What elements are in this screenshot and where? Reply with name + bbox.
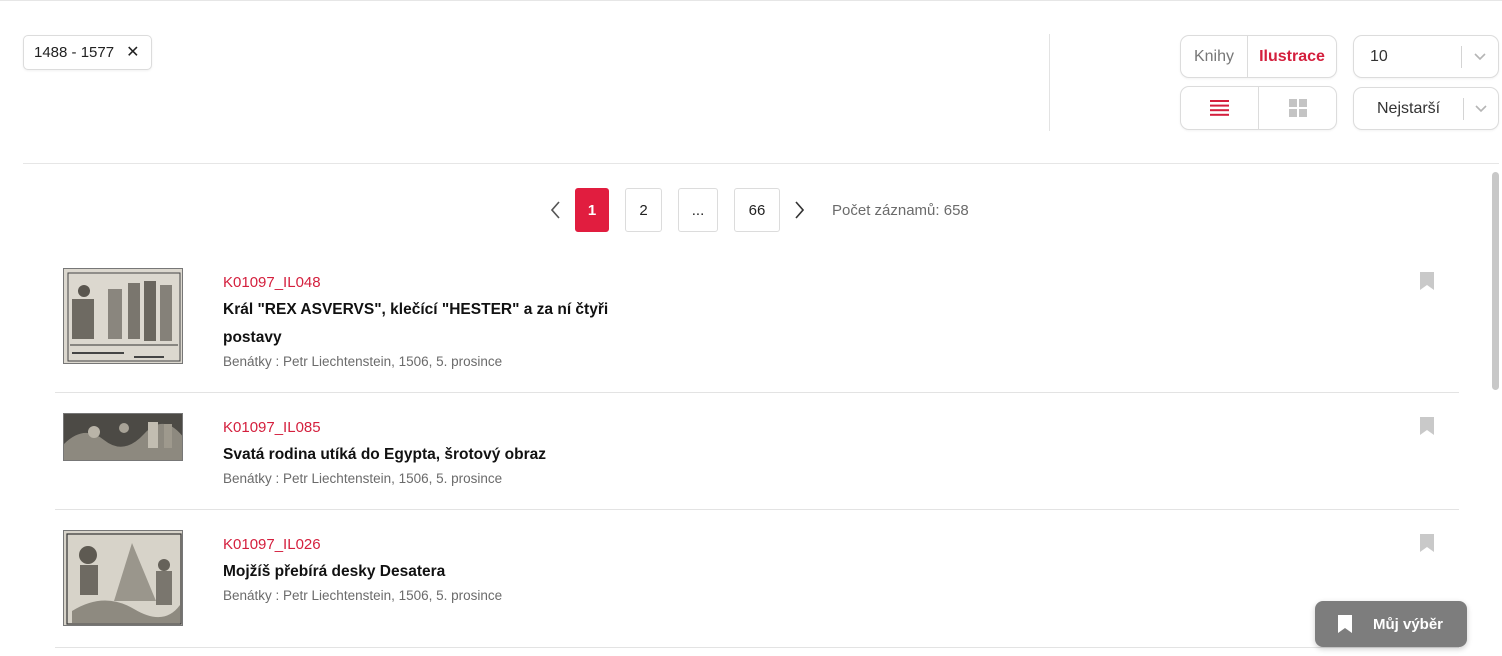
result-code[interactable]: K01097_IL026 — [223, 536, 321, 553]
bookmark-icon[interactable] — [1419, 533, 1435, 553]
toolbar-divider — [23, 163, 1499, 164]
result-thumbnail[interactable] — [63, 530, 183, 626]
page-ellipsis: ... — [678, 188, 718, 232]
grid-view-icon — [1288, 99, 1307, 117]
result-item: K01097_IL026 Mojžíš přebírá desky Desate… — [55, 510, 1459, 648]
chevron-left-icon — [551, 201, 560, 219]
sort-select[interactable]: Nejstarší — [1353, 87, 1499, 130]
page-66-button[interactable]: 66 — [734, 188, 780, 232]
toggle-illustrations[interactable]: Ilustrace — [1247, 36, 1336, 77]
result-thumbnail[interactable] — [63, 268, 183, 364]
result-meta: Benátky : Petr Liechtenstein, 1506, 5. p… — [223, 471, 503, 486]
list-view-button[interactable] — [1181, 87, 1258, 129]
row-divider — [55, 647, 1459, 648]
remove-filter-icon[interactable]: ✕ — [126, 44, 139, 61]
result-code[interactable]: K01097_IL085 — [223, 419, 321, 436]
bookmark-icon[interactable] — [1419, 271, 1435, 291]
chevron-down-icon — [1464, 104, 1498, 113]
per-page-select[interactable]: 10 — [1353, 35, 1499, 78]
chevron-down-icon — [1462, 52, 1498, 61]
toggle-books[interactable]: Knihy — [1181, 36, 1247, 77]
result-item: K01097_IL048 Král "REX ASVERVS", klečící… — [55, 249, 1459, 393]
result-code[interactable]: K01097_IL048 — [223, 274, 321, 291]
next-page-button[interactable] — [788, 188, 810, 232]
scrollbar-thumb[interactable] — [1492, 172, 1499, 390]
record-type-toggle: Knihy Ilustrace — [1180, 35, 1337, 78]
filter-chip-label: 1488 - 1577 — [34, 44, 115, 61]
result-thumbnail[interactable] — [63, 413, 183, 461]
sort-value: Nejstarší — [1377, 99, 1441, 117]
toolbar-separator — [1049, 34, 1050, 131]
page-2-button[interactable]: 2 — [625, 188, 662, 232]
previous-page-button[interactable] — [545, 188, 567, 232]
result-item: K01097_IL085 Svatá rodina utíká do Egypt… — [55, 393, 1459, 510]
result-meta: Benátky : Petr Liechtenstein, 1506, 5. p… — [223, 588, 503, 603]
result-title[interactable]: Král "REX ASVERVS", klečící "HESTER" a z… — [223, 296, 623, 352]
list-view-icon — [1210, 100, 1229, 116]
my-selection-button[interactable]: Můj výběr — [1315, 601, 1467, 647]
top-rule — [0, 0, 1502, 1]
pagination: 1 2 ... 66 Počet záznamů: 658 — [545, 188, 969, 232]
result-meta: Benátky : Petr Liechtenstein, 1506, 5. p… — [223, 354, 503, 369]
bookmark-icon — [1338, 615, 1352, 633]
record-count: Počet záznamů: 658 — [832, 201, 969, 219]
result-title[interactable]: Mojžíš přebírá desky Desatera — [223, 558, 623, 586]
result-title[interactable]: Svatá rodina utíká do Egypta, šrotový ob… — [223, 441, 623, 469]
page-1-button[interactable]: 1 — [575, 188, 609, 232]
chevron-right-icon — [795, 201, 804, 219]
year-range-filter-chip[interactable]: 1488 - 1577 ✕ — [23, 35, 153, 70]
view-mode-toggle — [1180, 86, 1337, 130]
per-page-value: 10 — [1370, 47, 1388, 65]
grid-view-button[interactable] — [1258, 87, 1336, 129]
bookmark-icon[interactable] — [1419, 416, 1435, 436]
my-selection-label: Můj výběr — [1373, 615, 1444, 633]
